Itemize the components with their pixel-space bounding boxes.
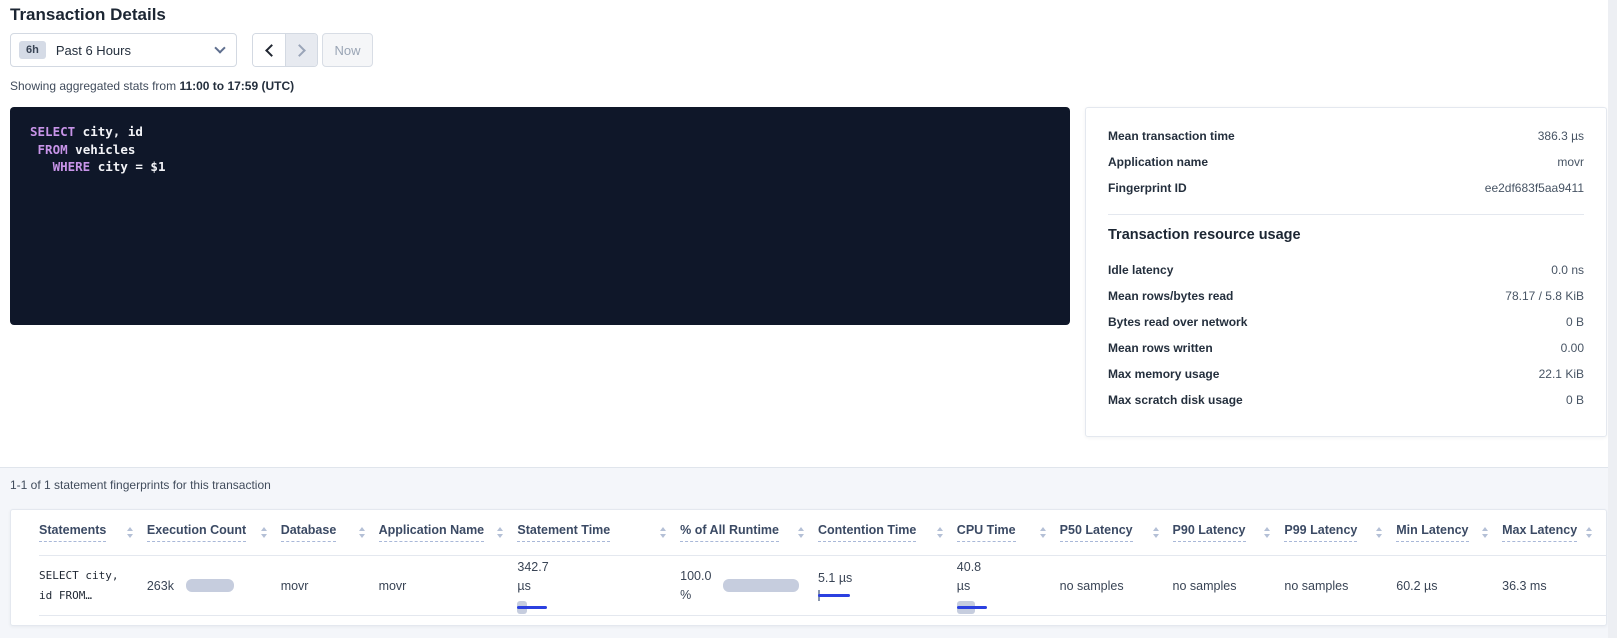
column-header-contention-time[interactable]: Contention Time — [818, 523, 957, 542]
resource-row-max-memory-usage: Max memory usage 22.1 KiB — [1108, 361, 1584, 387]
aggregated-stats-caption: Showing aggregated stats from 11:00 to 1… — [10, 79, 294, 93]
cell-max-latency: 36.3 ms — [1502, 579, 1606, 593]
table-header-row: Statements Execution Count Database Appl… — [39, 510, 1606, 556]
cpu-time-bar — [957, 601, 987, 614]
sort-icon[interactable] — [1153, 527, 1159, 538]
time-range-dropdown[interactable]: 6h Past 6 Hours — [10, 33, 237, 67]
page-title: Transaction Details — [10, 5, 166, 25]
column-header-statement-time[interactable]: Statement Time — [517, 523, 680, 542]
prev-time-button[interactable] — [253, 34, 285, 66]
time-range-label: Past 6 Hours — [56, 43, 216, 58]
chevron-left-icon — [265, 44, 278, 57]
sort-icon[interactable] — [1040, 527, 1046, 538]
resource-row-mean-rows-written: Mean rows written 0.00 — [1108, 335, 1584, 361]
card-divider — [1108, 214, 1584, 215]
contention-time-bar — [818, 590, 850, 603]
next-time-button[interactable] — [285, 34, 317, 66]
chevron-down-icon — [214, 42, 225, 53]
runtime-bar — [723, 579, 799, 592]
sort-icon[interactable] — [1264, 527, 1270, 538]
column-header-database[interactable]: Database — [281, 523, 379, 542]
column-header-p50-latency[interactable]: P50 Latency — [1060, 523, 1173, 542]
chevron-right-icon — [293, 44, 306, 57]
resource-row-idle-latency: Idle latency 0.0 ns — [1108, 257, 1584, 283]
column-header-statements[interactable]: Statements — [39, 523, 147, 542]
stats-range: 11:00 to 17:59 (UTC) — [179, 79, 294, 93]
cell-min-latency: 60.2 µs — [1396, 579, 1502, 593]
scrollbar-track[interactable] — [1608, 0, 1617, 638]
statements-section: 1-1 of 1 statement fingerprints for this… — [0, 467, 1617, 638]
cell-database: movr — [281, 579, 379, 593]
cell-p99-latency: no samples — [1284, 579, 1396, 593]
column-header-execution-count[interactable]: Execution Count — [147, 523, 281, 542]
cell-p90-latency: no samples — [1173, 579, 1285, 593]
column-header-cpu-time[interactable]: CPU Time — [957, 523, 1060, 542]
cell-p50-latency: no samples — [1060, 579, 1173, 593]
time-nav-group — [252, 33, 318, 67]
column-header-p90-latency[interactable]: P90 Latency — [1173, 523, 1285, 542]
table-row[interactable]: SELECT city,id FROM… 263k movr movr 342.… — [39, 556, 1606, 616]
sort-icon[interactable] — [359, 527, 365, 538]
column-header-max-latency[interactable]: Max Latency — [1502, 523, 1606, 542]
sort-icon[interactable] — [937, 527, 943, 538]
cell-cpu-time: 40.8 µs — [957, 558, 1060, 614]
sort-icon[interactable] — [1482, 527, 1488, 538]
execution-count-bar — [186, 579, 234, 592]
resource-row-mean-rows-bytes-read: Mean rows/bytes read 78.17 / 5.8 KiB — [1108, 283, 1584, 309]
sort-icon[interactable] — [1586, 527, 1592, 538]
resource-row-max-scratch-disk-usage: Max scratch disk usage 0 B — [1108, 387, 1584, 413]
sort-icon[interactable] — [261, 527, 267, 538]
sort-icon[interactable] — [127, 527, 133, 538]
cell-statement-time: 342.7 µs — [517, 558, 680, 614]
statement-link[interactable]: SELECT city,id FROM… — [39, 566, 133, 606]
statements-table-caption: 1-1 of 1 statement fingerprints for this… — [10, 478, 271, 492]
summary-row-fingerprint-id: Fingerprint ID ee2df683f5aa9411 — [1108, 175, 1584, 201]
transaction-summary-card: Mean transaction time 386.3 µs Applicati… — [1085, 107, 1607, 437]
sort-icon[interactable] — [798, 527, 804, 538]
sort-icon[interactable] — [660, 527, 666, 538]
sql-line: SELECT city, id — [30, 123, 1070, 141]
cell-statement[interactable]: SELECT city,id FROM… — [39, 566, 147, 606]
statements-table: Statements Execution Count Database Appl… — [10, 509, 1607, 626]
cell-execution-count: 263k — [147, 579, 281, 593]
column-header-min-latency[interactable]: Min Latency — [1396, 523, 1502, 542]
column-header-application-name[interactable]: Application Name — [379, 523, 518, 542]
sort-icon[interactable] — [1376, 527, 1382, 538]
cell-contention-time: 5.1 µs — [818, 569, 957, 603]
summary-row-application-name: Application name movr — [1108, 149, 1584, 175]
sql-line: WHERE city = $1 — [30, 158, 1070, 176]
statement-time-bar — [517, 601, 547, 614]
resource-row-bytes-read-over-network: Bytes read over network 0 B — [1108, 309, 1584, 335]
column-header-p99-latency[interactable]: P99 Latency — [1284, 523, 1396, 542]
resource-usage-title: Transaction resource usage — [1108, 227, 1584, 243]
summary-row-mean-transaction-time: Mean transaction time 386.3 µs — [1108, 123, 1584, 149]
sort-icon[interactable] — [497, 527, 503, 538]
now-button[interactable]: Now — [322, 33, 373, 67]
cell-percent-runtime: 100.0% — [680, 567, 818, 605]
time-range-badge: 6h — [19, 41, 46, 59]
column-header-percent-runtime[interactable]: % of All Runtime — [680, 523, 818, 542]
cell-application-name: movr — [379, 579, 518, 593]
sql-statement-box: SELECT city, id FROM vehicles WHERE city… — [10, 107, 1070, 325]
sql-line: FROM vehicles — [30, 141, 1070, 159]
